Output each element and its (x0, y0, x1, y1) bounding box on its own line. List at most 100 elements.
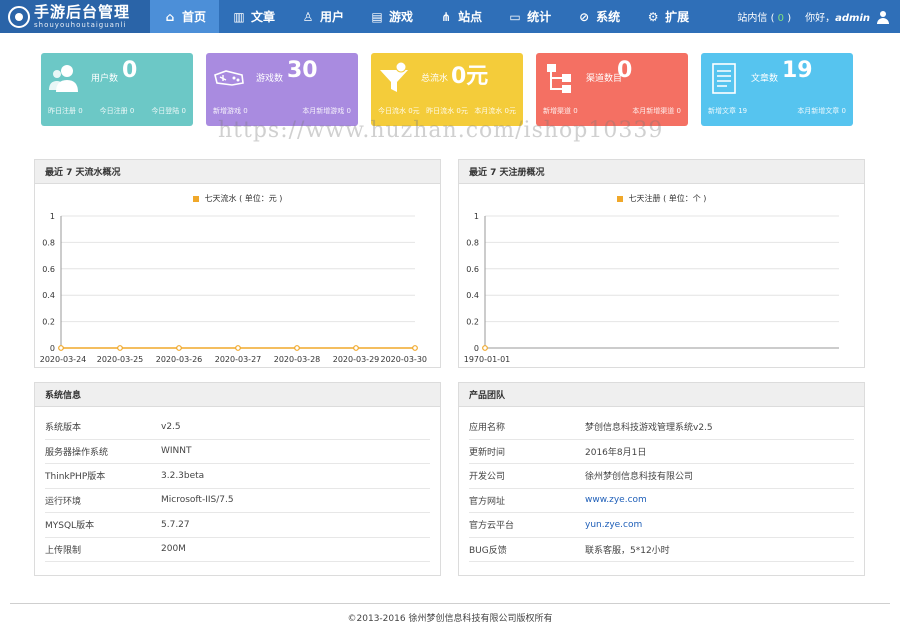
x-tick-label: 1970-01-01 (464, 355, 511, 364)
nav-item-4[interactable]: ⋔ 站点 (426, 0, 495, 33)
card-label: 用户数 (91, 74, 119, 84)
registration-chart-panel: 最近 7 天注册概况 七天注册 ( 单位：个 ) 0 0.2 0.4 0.6 0.8 1 1… (458, 159, 865, 368)
y-tick-label: 0.2 (42, 318, 55, 327)
info-link[interactable]: www.zye.com (585, 495, 647, 505)
monitor-icon: ▭ (509, 9, 521, 24)
card-footer-stat: 新增渠道 0 (543, 107, 578, 115)
data-point (235, 345, 241, 351)
link-icon: ⊘ (579, 9, 590, 24)
panel-title: 系统信息 (35, 383, 440, 407)
info-row: ThinkPHP版本 3.2.3beta (45, 464, 430, 489)
main-nav: ⌂ 首页 ▥ 文章 ♙ 用户 ▤ 游戏 ⋔ 站点 ▭ 统计 ⊘ 系统 ⚙ 扩展 (150, 0, 702, 33)
nav-item-5[interactable]: ▭ 统计 (495, 0, 564, 33)
info-row: 运行环境 Microsoft-IIS/7.5 (45, 489, 430, 513)
x-tick-label: 2020-03-30 (381, 355, 428, 364)
info-key: 开发公司 (469, 472, 506, 483)
user-icon (876, 10, 890, 25)
info-value: 3.2.3beta (161, 470, 205, 481)
stat-card-1[interactable]: 游戏数 30 新增游戏 0 本月新增游戏 0 (206, 53, 358, 126)
x-tick-label: 2020-03-24 (40, 355, 87, 364)
info-key: 上传限制 (45, 545, 82, 556)
info-row: 上传限制 200M (45, 538, 430, 562)
info-row: 服务器操作系统 WINNT (45, 440, 430, 464)
nav-label: 扩展 (665, 10, 690, 24)
info-row: 系统版本 v2.5 (45, 415, 430, 440)
y-tick-label: 0.2 (466, 318, 479, 327)
card-footer: 今日流水 0元 昨日流水 0元 本月流水 0元 (378, 106, 516, 116)
user-greeting[interactable]: 你好，admin (805, 9, 890, 25)
card-footer: 新增游戏 0 本月新增游戏 0 (213, 106, 351, 116)
tree-icon (542, 61, 576, 95)
info-value: 200M (161, 544, 186, 555)
data-point (58, 345, 64, 351)
info-value: 梦创信息科技游戏管理系统v2.5 (585, 423, 713, 434)
y-tick-label: 0.4 (42, 291, 55, 300)
info-row: 应用名称 梦创信息科技游戏管理系统v2.5 (469, 415, 854, 440)
y-tick-label: 0.8 (42, 238, 55, 247)
nav-label: 站点 (458, 10, 483, 24)
username: admin (835, 12, 870, 24)
brand-logo[interactable]: 手游后台管理 shouyouhoutaiguanli (0, 0, 150, 33)
stat-card-2[interactable]: 总流水 0元 今日流水 0元 昨日流水 0元 本月流水 0元 (371, 53, 523, 126)
nav-item-1[interactable]: ▥ 文章 (219, 0, 288, 33)
stat-card-0[interactable]: 用户数 0 昨日注册 0 今日注册 0 今日登陆 0 (41, 53, 193, 126)
info-row: 官方云平台 yun.zye.com (469, 513, 854, 538)
article-icon (707, 61, 741, 95)
home-icon: ⌂ (165, 9, 175, 24)
info-row: 开发公司 徐州梦创信息科技有限公司 (469, 464, 854, 489)
brand-title: 手游后台管理 (34, 2, 131, 21)
card-footer-stat: 本月新增游戏 0 (302, 107, 351, 115)
card-label: 游戏数 (256, 74, 284, 84)
info-link[interactable]: yun.zye.com (585, 520, 642, 530)
info-value: 2016年8月1日 (585, 447, 647, 458)
nav-label: 统计 (527, 10, 552, 24)
system-info-panel: 系统信息 系统版本 v2.5 服务器操作系统 WINNT ThinkPHP版本 3.2.3… (34, 382, 441, 576)
card-value: 19 (782, 58, 813, 83)
document-icon: ▤ (371, 9, 383, 24)
data-point (294, 345, 300, 351)
nav-label: 首页 (182, 10, 207, 24)
flow-line-chart: 0 0.2 0.4 0.6 0.8 1 2020-03-24 2020-03-25 2020-0… (40, 212, 428, 364)
nav-item-0[interactable]: ⌂ 首页 (150, 0, 220, 33)
nav-item-6[interactable]: ⊘ 系统 (564, 0, 633, 33)
y-tick-label: 1 (474, 212, 479, 221)
messages-count: 0 (777, 13, 785, 24)
nav-item-3[interactable]: ▤ 游戏 (357, 0, 426, 33)
x-tick-label: 2020-03-27 (215, 355, 262, 364)
info-key: 应用名称 (469, 423, 506, 434)
info-key: 系统版本 (45, 423, 82, 434)
info-key: 更新时间 (469, 447, 506, 458)
data-point (353, 345, 359, 351)
y-tick-label: 0.6 (42, 265, 55, 274)
nav-item-7[interactable]: ⚙ 扩展 (633, 0, 702, 33)
stat-card-3[interactable]: 渠道数目 0 新增渠道 0 本月新增渠道 0 (536, 53, 688, 126)
y-tick-label: 0 (50, 344, 55, 353)
stat-card-4[interactable]: 文章数 19 新增文章 19 本月新增文章 0 (701, 53, 853, 126)
x-tick-label: 2020-03-28 (274, 355, 321, 364)
card-footer: 昨日注册 0 今日注册 0 今日登陆 0 (48, 106, 186, 116)
info-key: 官方网址 (469, 496, 506, 507)
product-team-panel: 产品团队 应用名称 梦创信息科技游戏管理系统v2.5 更新时间 2016年8月1日开发… (458, 382, 865, 576)
nav-label: 用户 (320, 10, 345, 24)
panel-title: 产品团队 (459, 383, 864, 407)
footer-copyright: ©2013-2016 徐州梦创信息科技有限公司版权所有 (347, 614, 553, 624)
card-footer-stat: 新增游戏 0 (213, 107, 248, 115)
card-footer-stat: 今日流水 0元 (378, 107, 420, 115)
card-footer: 新增渠道 0 本月新增渠道 0 (543, 106, 681, 116)
card-footer-stat: 本月新增文章 0 (797, 107, 846, 115)
card-footer-stat: 昨日注册 0 (48, 107, 83, 115)
card-footer-stat: 本月流水 0元 (474, 107, 516, 115)
messages-link[interactable]: 站内信 ( 0 ) (737, 9, 791, 24)
info-key: 服务器操作系统 (45, 447, 109, 458)
nav-item-2[interactable]: ♙ 用户 (288, 0, 357, 33)
logo-icon (8, 5, 30, 28)
card-value: 30 (287, 58, 318, 83)
card-footer-stat: 今日登陆 0 (151, 107, 186, 115)
card-value: 0 (617, 58, 633, 83)
product-team-table: 应用名称 梦创信息科技游戏管理系统v2.5 更新时间 2016年8月1日开发公司 徐州梦… (469, 415, 854, 562)
panel-title: 最近 7 天注册概况 (459, 160, 864, 184)
nav-label: 游戏 (389, 10, 414, 24)
info-key: MYSQL版本 (45, 521, 95, 532)
info-key: ThinkPHP版本 (45, 472, 106, 483)
card-footer-stat: 今日注册 0 (99, 107, 135, 115)
